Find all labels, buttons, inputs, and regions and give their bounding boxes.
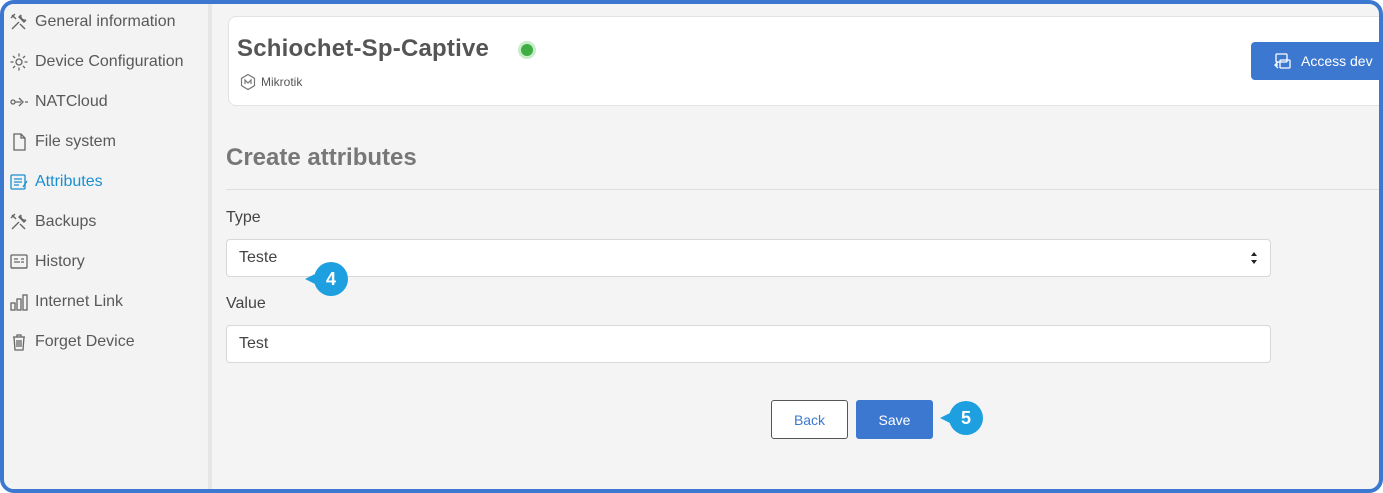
sidebar-item-backups[interactable]: Backups: [4, 202, 212, 242]
page-title: Create attributes: [226, 144, 417, 171]
sidebar: General information Device Configuration…: [4, 4, 212, 489]
sidebar-item-forget-device[interactable]: Forget Device: [4, 322, 212, 362]
access-device-label: Access dev: [1301, 53, 1373, 69]
save-button[interactable]: Save: [856, 400, 933, 439]
natcloud-icon: [8, 91, 30, 113]
tools-icon: [8, 11, 30, 33]
gear-icon: [8, 51, 30, 73]
value-label: Value: [226, 295, 266, 312]
type-select[interactable]: Teste: [226, 239, 1271, 277]
sidebar-item-label: Device Configuration: [35, 53, 184, 70]
sidebar-item-label: Internet Link: [35, 293, 124, 310]
device-vendor: Mikrotik: [239, 73, 302, 91]
sidebar-item-file-system[interactable]: File system: [4, 122, 212, 162]
mikrotik-logo-icon: [239, 73, 257, 91]
tools-icon: [8, 211, 30, 233]
sidebar-item-general-information[interactable]: General information: [4, 4, 212, 42]
value-input[interactable]: Test: [226, 325, 1271, 363]
access-device-button[interactable]: Access dev: [1251, 42, 1379, 80]
sidebar-item-attributes[interactable]: Attributes: [4, 162, 212, 202]
file-icon: [8, 131, 30, 153]
sidebar-item-label: Forget Device: [35, 333, 135, 350]
sidebar-item-device-configuration[interactable]: Device Configuration: [4, 42, 212, 82]
app-frame: General information Device Configuration…: [0, 0, 1383, 493]
sidebar-item-label: Backups: [35, 213, 97, 230]
sidebar-item-history[interactable]: History: [4, 242, 212, 282]
remote-access-icon: [1273, 51, 1293, 71]
device-header-card: Schiochet-Sp-Captive Mikrotik Access dev: [228, 16, 1379, 106]
bar-chart-icon: [8, 291, 30, 313]
section-divider: [226, 189, 1379, 190]
sidebar-item-label: File system: [35, 133, 116, 150]
type-label: Type: [226, 209, 261, 226]
select-arrows-icon: [1251, 252, 1257, 264]
step-callout-4: 4: [305, 262, 348, 296]
step-callout-5: 5: [940, 401, 983, 435]
sidebar-item-label: History: [35, 253, 85, 270]
device-name: Schiochet-Sp-Captive: [237, 35, 490, 62]
sidebar-item-label: Attributes: [35, 173, 103, 190]
sidebar-item-natcloud[interactable]: NATCloud: [4, 82, 212, 122]
trash-icon: [8, 331, 30, 353]
sidebar-item-label: NATCloud: [35, 93, 108, 110]
value-input-text: Test: [239, 335, 269, 352]
vendor-label: Mikrotik: [261, 75, 303, 89]
status-indicator: [518, 41, 536, 59]
type-select-value: Teste: [239, 249, 278, 266]
back-button[interactable]: Back: [771, 400, 848, 439]
sidebar-item-label: General information: [35, 13, 176, 30]
sidebar-item-internet-link[interactable]: Internet Link: [4, 282, 212, 322]
attributes-icon: [8, 171, 30, 193]
history-icon: [8, 251, 30, 273]
